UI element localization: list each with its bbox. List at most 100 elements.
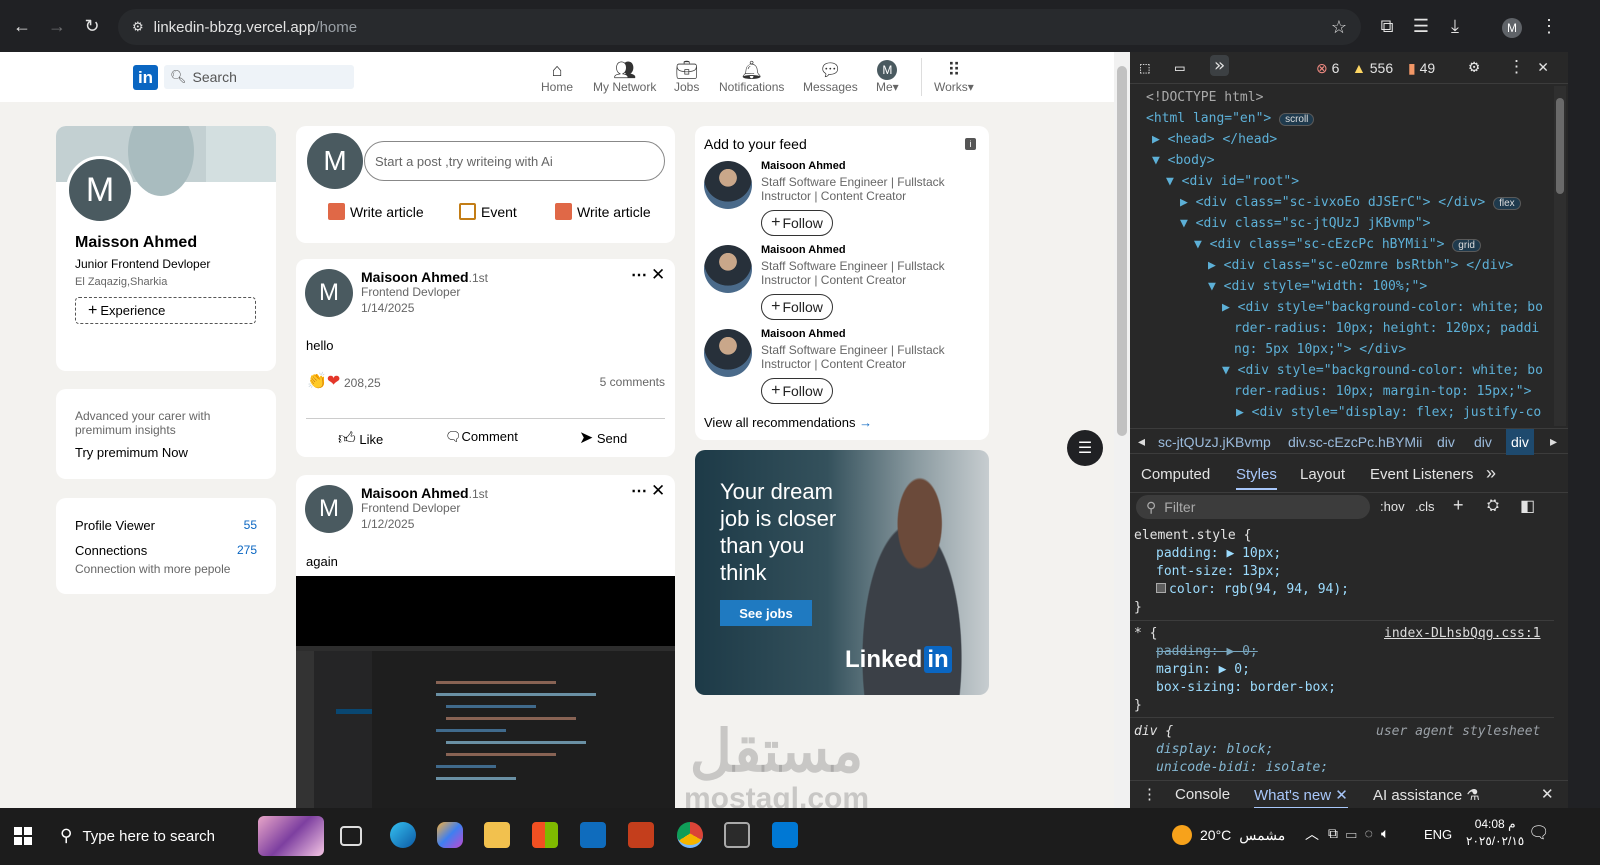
- language-indicator[interactable]: ENG: [1424, 827, 1452, 842]
- profile-avatar[interactable]: M: [1502, 18, 1522, 38]
- premium-link[interactable]: Try premimum Now: [75, 445, 188, 460]
- dom-line[interactable]: ▼ <div class="sc-jtQUzJ jKBvmp">: [1180, 216, 1430, 231]
- sidebar-toggle-icon[interactable]: ◧: [1520, 496, 1535, 516]
- follow-button[interactable]: + Follow: [761, 378, 833, 404]
- recommendation-name[interactable]: Maisoon Ahmed: [761, 244, 846, 256]
- follow-button[interactable]: + Follow: [761, 210, 833, 236]
- dom-line[interactable]: <html lang="en"> scroll: [1146, 111, 1315, 126]
- site-info-icon[interactable]: ⚙: [132, 19, 144, 35]
- color-swatch[interactable]: [1156, 583, 1166, 593]
- post-media-video[interactable]: [296, 576, 675, 808]
- windows-start-icon[interactable]: [14, 827, 32, 845]
- profile-avatar[interactable]: M: [66, 156, 134, 224]
- nav-my-network[interactable]: 👥︎ My Network: [593, 60, 656, 94]
- dom-line[interactable]: ▶ <div class="sc-ivxoEo dJSErC"> </div> …: [1180, 195, 1521, 210]
- post-avatar[interactable]: M: [305, 269, 353, 317]
- tab-computed[interactable]: Computed: [1141, 466, 1210, 483]
- dom-line[interactable]: ▼ <body>: [1152, 153, 1215, 168]
- view-all-recommendations-link[interactable]: View all recommendations →: [704, 415, 872, 430]
- like-button[interactable]: 👍︎ Like: [338, 428, 383, 449]
- close-icon[interactable]: ✕: [651, 481, 665, 501]
- dom-line[interactable]: <!DOCTYPE html>: [1146, 90, 1263, 105]
- hov-toggle[interactable]: :hov: [1380, 499, 1405, 514]
- scroll-badge[interactable]: scroll: [1279, 113, 1315, 126]
- post-avatar[interactable]: M: [305, 485, 353, 533]
- comments-count[interactable]: 5 comments: [600, 375, 665, 389]
- style-property[interactable]: padding: ▶ 0;: [1156, 644, 1258, 659]
- browser-menu-icon[interactable]: ⋮: [1532, 9, 1566, 43]
- breadcrumb-item[interactable]: div: [1506, 429, 1534, 455]
- weather-widget[interactable]: 20°C مشمس: [1172, 825, 1285, 845]
- follow-button[interactable]: + Follow: [761, 294, 833, 320]
- warning-count[interactable]: ▲ 556: [1352, 60, 1393, 76]
- paint-icon[interactable]: ⛭: [1487, 497, 1499, 514]
- inspect-icon[interactable]: ⬚: [1140, 58, 1150, 77]
- style-property-color[interactable]: color: rgb(94, 94, 94);: [1156, 582, 1349, 597]
- recommendation-avatar[interactable]: [704, 161, 752, 209]
- styles-filter-input[interactable]: ⚲ Filter: [1136, 495, 1370, 519]
- elements-tree[interactable]: <!DOCTYPE html> <html lang="en"> scroll …: [1130, 86, 1550, 426]
- dom-line[interactable]: ▶ <head> </head>: [1152, 132, 1277, 147]
- page-scrollbar[interactable]: [1114, 52, 1130, 808]
- breadcrumb-right-icon[interactable]: ▸: [1550, 433, 1557, 450]
- tab-event-listeners[interactable]: Event Listeners: [1370, 466, 1473, 483]
- recommendation-avatar[interactable]: [704, 245, 752, 293]
- info-icon[interactable]: i: [965, 138, 976, 150]
- scrollbar-thumb[interactable]: [1117, 66, 1127, 436]
- powerpoint-icon[interactable]: [628, 822, 654, 848]
- media-icon[interactable]: ☰: [1404, 9, 1438, 43]
- nav-home[interactable]: ⌂ Home: [541, 60, 573, 94]
- more-options-icon[interactable]: ⋯: [631, 481, 647, 501]
- dom-line[interactable]: ng: 5px 10px;"> </div>: [1234, 342, 1406, 357]
- nav-jobs[interactable]: 💼︎ Jobs: [674, 60, 699, 94]
- breadcrumb-item[interactable]: div: [1437, 434, 1455, 450]
- dom-line[interactable]: ▼ <div id="root">: [1166, 174, 1299, 189]
- breadcrumb-item[interactable]: div.sc-cEzcPc.hBYMii: [1288, 434, 1422, 450]
- write-article-button-2[interactable]: Write article: [555, 203, 651, 220]
- tray-icons[interactable]: ⧉▭◌🔈︎: [1328, 825, 1397, 842]
- reload-icon[interactable]: ↻: [75, 9, 109, 43]
- elements-scrollbar[interactable]: [1554, 86, 1566, 426]
- start-post-input[interactable]: Start a post ,try writeing with Ai: [364, 141, 665, 181]
- write-article-button[interactable]: Write article: [328, 203, 424, 220]
- linkedin-logo[interactable]: in: [133, 65, 158, 90]
- rule-source-link[interactable]: index-DLhsbQqg.css:1: [1384, 626, 1541, 641]
- chrome-icon[interactable]: [677, 822, 703, 848]
- recommendation-name[interactable]: Maisoon Ahmed: [761, 328, 846, 340]
- comment-button[interactable]: 🗨︎Comment: [445, 429, 518, 445]
- tray-chevron-icon[interactable]: ︿: [1305, 824, 1319, 844]
- tab-console[interactable]: Console: [1175, 786, 1230, 803]
- dom-line[interactable]: ▶ <div style="background-color: white; b…: [1222, 300, 1543, 315]
- tab-layout[interactable]: Layout: [1300, 466, 1345, 483]
- tab-styles[interactable]: Styles: [1236, 466, 1277, 490]
- outlook-icon[interactable]: [580, 822, 606, 848]
- dom-line[interactable]: ▼ <div style="background-color: white; b…: [1222, 363, 1543, 378]
- dom-line[interactable]: ▼ <div class="sc-cEzcPc hBYMii"> grid: [1194, 237, 1481, 252]
- post-author[interactable]: Maisoon Ahmed: [361, 485, 469, 501]
- jobs-ad-banner[interactable]: Your dream job is closer than you think …: [695, 450, 989, 695]
- dom-line[interactable]: rder-radius: 10px; margin-top: 15px;">: [1234, 384, 1531, 399]
- notification-center-icon[interactable]: 🗨︎: [1528, 823, 1550, 843]
- more-options-icon[interactable]: ⋯: [631, 265, 647, 285]
- extensions-icon[interactable]: ⧉: [1370, 9, 1404, 43]
- clock[interactable]: 04:08 م ٢٠٢٥/٠٢/١٥: [1466, 816, 1524, 850]
- style-property[interactable]: margin: ▶ 0;: [1156, 662, 1250, 677]
- close-tab-icon[interactable]: ✕: [1335, 787, 1348, 804]
- drawer-close-icon[interactable]: ✕: [1541, 785, 1554, 803]
- search-box[interactable]: 🔍︎ Search: [164, 65, 354, 89]
- recommendation-name[interactable]: Maisoon Ahmed: [761, 160, 846, 172]
- back-icon[interactable]: ←: [5, 9, 39, 43]
- vscode-icon[interactable]: [772, 822, 798, 848]
- nav-me[interactable]: M Me▾: [876, 60, 899, 94]
- dom-line[interactable]: ▶ <div style="display: flex; justify-co: [1236, 405, 1541, 420]
- more-tabs-icon[interactable]: »: [1486, 463, 1496, 484]
- see-jobs-button[interactable]: See jobs: [720, 600, 812, 626]
- rule-selector[interactable]: * {: [1134, 626, 1157, 641]
- nav-messages[interactable]: 💬︎ Messages: [803, 60, 858, 94]
- profile-name[interactable]: Maisson Ahmed: [75, 234, 197, 252]
- connections-label[interactable]: Connections: [75, 543, 147, 558]
- nav-works[interactable]: ⠿ Works▾: [934, 60, 974, 94]
- reactions-icon[interactable]: 👏❤: [307, 371, 340, 391]
- breadcrumb-item[interactable]: sc-jtQUzJ.jKBvmp: [1158, 434, 1271, 450]
- scrollbar-thumb[interactable]: [1556, 98, 1564, 194]
